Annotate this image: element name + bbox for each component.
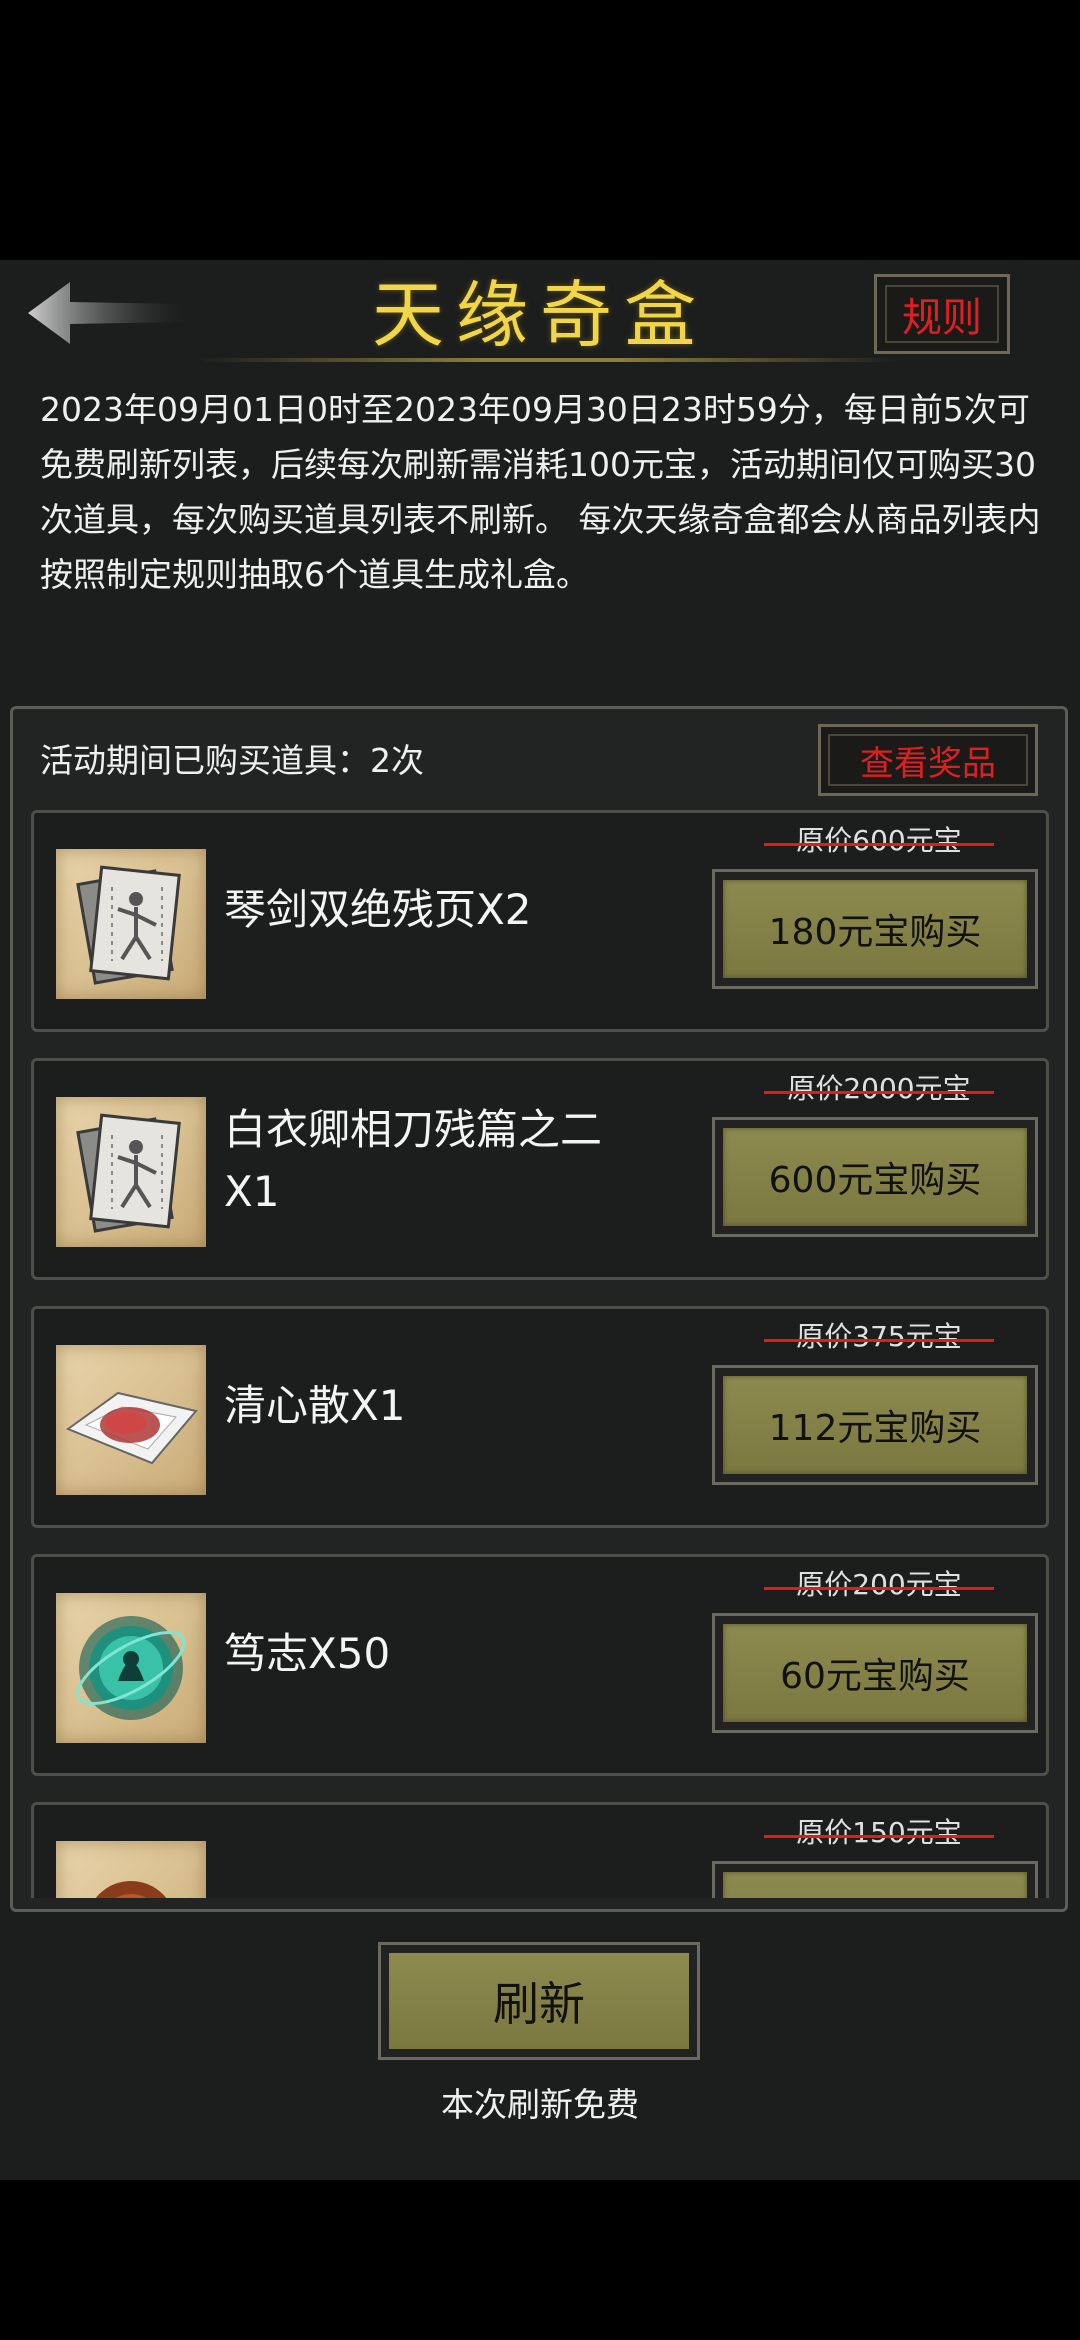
buy-button[interactable]: 60元宝购买	[712, 1613, 1038, 1733]
original-price: 原价200元宝	[764, 1565, 994, 1605]
brown-pill-icon	[56, 1841, 206, 1898]
list-item: 清心散X1 原价375元宝 112元宝购买	[31, 1306, 1049, 1528]
original-price: 原价375元宝	[764, 1317, 994, 1357]
page-title: 天缘奇盒	[371, 273, 708, 357]
back-arrow-icon[interactable]	[28, 278, 188, 348]
red-powder-icon	[56, 1345, 206, 1495]
list-item: 原价150元宝	[31, 1802, 1049, 1898]
original-price: 原价600元宝	[764, 821, 994, 861]
list-item: 白衣卿相刀残篇之二X1 原价2000元宝 600元宝购买	[31, 1058, 1049, 1280]
title-divider	[200, 358, 900, 362]
martial-manual-icon	[56, 849, 206, 999]
martial-manual-icon	[56, 1097, 206, 1247]
refresh-button-label: 刷新	[389, 1953, 689, 2049]
purchase-count-text: 活动期间已购买道具：2次	[40, 741, 424, 780]
event-description: 2023年09月01日0时至2023年09月30日23时59分，每日前5次可免费…	[40, 390, 1041, 594]
item-list[interactable]: 琴剑双绝残页X2 原价600元宝 180元宝购买 白衣卿相刀残篇之二X1 原价2…	[13, 810, 1065, 1898]
original-price: 原价150元宝	[764, 1813, 994, 1853]
page-title-container: 天缘奇盒	[180, 270, 900, 370]
rules-button-label: 规则	[902, 295, 982, 341]
buy-button-label: 180元宝购买	[723, 880, 1027, 978]
buy-button[interactable]: 180元宝购买	[712, 869, 1038, 989]
refresh-cost-note: 本次刷新免费	[441, 2085, 639, 2124]
buy-button-label: 60元宝购买	[723, 1624, 1027, 1722]
rules-button[interactable]: 规则	[874, 274, 1010, 354]
buy-button[interactable]	[712, 1861, 1038, 1898]
original-price: 原价2000元宝	[764, 1069, 994, 1109]
buy-button[interactable]: 112元宝购买	[712, 1365, 1038, 1485]
item-name: 笃志X50	[224, 1629, 391, 1678]
screen: 天缘奇盒 规则 2023年09月01日0时至2023年09月30日23时59分，…	[0, 0, 1080, 2340]
buy-button[interactable]: 600元宝购买	[712, 1117, 1038, 1237]
buy-button-label: 600元宝购买	[723, 1128, 1027, 1226]
item-name: 清心散X1	[224, 1381, 406, 1430]
item-name: 琴剑双绝残页X2	[224, 885, 532, 934]
item-name: 白衣卿相刀残篇之二X1	[224, 1105, 603, 1216]
refresh-button[interactable]: 刷新	[378, 1942, 700, 2060]
list-item: 琴剑双绝残页X2 原价600元宝 180元宝购买	[31, 810, 1049, 1032]
view-prizes-label: 查看奖品	[860, 743, 996, 784]
buy-button-label: 112元宝购买	[723, 1376, 1027, 1474]
list-item: 笃志X50 原价200元宝 60元宝购买	[31, 1554, 1049, 1776]
buy-button-label	[723, 1872, 1027, 1898]
view-prizes-button[interactable]: 查看奖品	[818, 724, 1038, 796]
jade-orb-icon	[56, 1593, 206, 1743]
